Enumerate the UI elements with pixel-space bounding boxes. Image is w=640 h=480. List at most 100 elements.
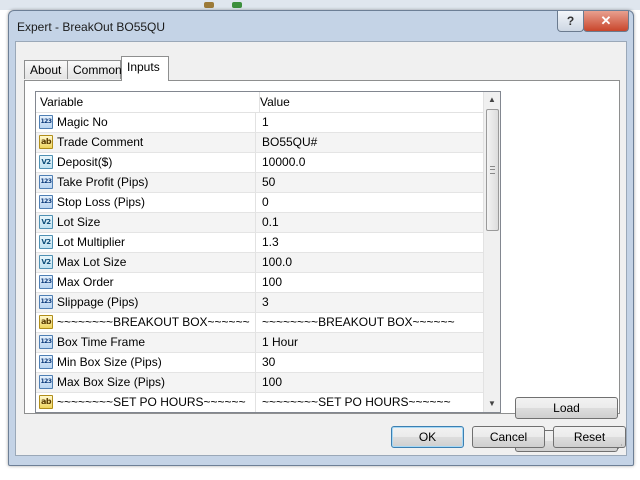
value-cell[interactable]: 1 Hour	[262, 333, 298, 352]
ok-button[interactable]: OK	[391, 426, 464, 448]
int-icon: 123	[39, 335, 53, 349]
value-cell[interactable]: 100	[262, 373, 282, 392]
column-header-value[interactable]: Value	[256, 92, 483, 112]
double-icon: V2	[39, 255, 53, 269]
variable-name: Box Time Frame	[57, 335, 146, 349]
value-cell[interactable]: 1	[262, 113, 269, 132]
inputs-panel: Variable Value 123 Magic No 1 ab Trade Comme…	[24, 80, 620, 452]
column-header-variable[interactable]: Variable	[36, 92, 260, 112]
variable-cell[interactable]: V2 Lot Size	[36, 213, 256, 232]
value-cell[interactable]: 10000.0	[262, 153, 305, 172]
variable-name: Take Profit (Pips)	[57, 175, 149, 189]
value-cell[interactable]: 100.0	[262, 253, 292, 272]
inputs-grid: Variable Value 123 Magic No 1 ab Trade Comme…	[35, 91, 501, 413]
scrollbar-thumb[interactable]	[486, 109, 499, 231]
value-cell[interactable]: ~~~~~~~~BREAKOUT BOX~~~~~~	[262, 313, 455, 332]
variable-name: Max Box Size (Pips)	[57, 375, 166, 389]
string-icon: ab	[39, 395, 53, 409]
resize-grip-icon[interactable]: ⋰	[614, 443, 624, 453]
variable-cell[interactable]: ab Trade Comment	[36, 133, 256, 152]
int-icon: 123	[39, 115, 53, 129]
cancel-button[interactable]: Cancel	[472, 426, 545, 448]
variable-name: Trade Comment	[57, 135, 144, 149]
scroll-up-arrow-icon[interactable]: ▲	[484, 92, 500, 108]
close-button[interactable]: ✕	[583, 11, 629, 32]
value-cell[interactable]: 3	[262, 293, 269, 312]
help-button[interactable]: ?	[557, 11, 584, 32]
table-row[interactable]: 123 Min Box Size (Pips) 30	[36, 353, 483, 373]
double-icon: V2	[39, 215, 53, 229]
variable-cell[interactable]: 123 Stop Loss (Pips)	[36, 193, 256, 212]
table-row[interactable]: ab ~~~~~~~~SET PO HOURS~~~~~~ ~~~~~~~~SET …	[36, 393, 483, 412]
variable-cell[interactable]: ab ~~~~~~~~SET PO HOURS~~~~~~	[36, 393, 256, 412]
double-icon: V2	[39, 235, 53, 249]
background-taskbar-strip	[0, 0, 640, 10]
grip-icon	[490, 166, 495, 174]
table-row[interactable]: V2 Lot Multiplier 1.3	[36, 233, 483, 253]
variable-name: Min Box Size (Pips)	[57, 355, 162, 369]
variable-cell[interactable]: ab ~~~~~~~~BREAKOUT BOX~~~~~~	[36, 313, 256, 332]
string-icon: ab	[39, 135, 53, 149]
table-row[interactable]: 123 Magic No 1	[36, 113, 483, 133]
table-row[interactable]: 123 Stop Loss (Pips) 0	[36, 193, 483, 213]
value-cell[interactable]: BO55QU#	[262, 133, 317, 152]
variable-cell[interactable]: V2 Lot Multiplier	[36, 233, 256, 252]
table-row[interactable]: 123 Take Profit (Pips) 50	[36, 173, 483, 193]
value-cell[interactable]: 1.3	[262, 233, 279, 252]
int-icon: 123	[39, 375, 53, 389]
variable-name: Stop Loss (Pips)	[57, 195, 146, 209]
int-icon: 123	[39, 195, 53, 209]
value-cell[interactable]: 100	[262, 273, 282, 292]
table-row[interactable]: 123 Box Time Frame 1 Hour	[36, 333, 483, 353]
load-button[interactable]: Load	[515, 397, 618, 419]
variable-cell[interactable]: 123 Min Box Size (Pips)	[36, 353, 256, 372]
tab-about[interactable]: About	[24, 60, 68, 79]
scroll-down-arrow-icon[interactable]: ▼	[484, 396, 500, 412]
value-cell[interactable]: 30	[262, 353, 275, 372]
grid-header: Variable Value	[36, 92, 483, 113]
int-icon: 123	[39, 355, 53, 369]
value-cell[interactable]: 0.1	[262, 213, 279, 232]
window-title: Expert - BreakOut BO55QU	[17, 20, 166, 34]
tab-common[interactable]: Common	[67, 60, 122, 79]
background-icon	[232, 2, 242, 8]
value-cell[interactable]: ~~~~~~~~SET PO HOURS~~~~~~	[262, 393, 451, 412]
variable-cell[interactable]: 123 Take Profit (Pips)	[36, 173, 256, 192]
table-row[interactable]: ab Trade Comment BO55QU#	[36, 133, 483, 153]
expert-dialog: Expert - BreakOut BO55QU ? ✕ About Commo…	[8, 10, 634, 466]
background-icon	[204, 2, 214, 8]
int-icon: 123	[39, 175, 53, 189]
variable-cell[interactable]: 123 Box Time Frame	[36, 333, 256, 352]
table-row[interactable]: V2 Lot Size 0.1	[36, 213, 483, 233]
table-row[interactable]: V2 Max Lot Size 100.0	[36, 253, 483, 273]
table-row[interactable]: 123 Slippage (Pips) 3	[36, 293, 483, 313]
grid-rows: 123 Magic No 1 ab Trade Comment BO55QU# V2 Depo…	[36, 113, 483, 412]
tab-inputs[interactable]: Inputs	[121, 56, 169, 81]
variable-cell[interactable]: V2 Max Lot Size	[36, 253, 256, 272]
variable-cell[interactable]: 123 Max Box Size (Pips)	[36, 373, 256, 392]
variable-cell[interactable]: V2 Deposit($)	[36, 153, 256, 172]
variable-cell[interactable]: 123 Max Order	[36, 273, 256, 292]
table-row[interactable]: 123 Max Box Size (Pips) 100	[36, 373, 483, 393]
variable-name: Max Lot Size	[57, 255, 127, 269]
variable-name: Lot Size	[57, 215, 101, 229]
variable-name: Max Order	[57, 275, 114, 289]
variable-name: Lot Multiplier	[57, 235, 126, 249]
table-row[interactable]: ab ~~~~~~~~BREAKOUT BOX~~~~~~ ~~~~~~~~BREA…	[36, 313, 483, 333]
variable-name: Slippage (Pips)	[57, 295, 139, 309]
double-icon: V2	[39, 155, 53, 169]
variable-name: ~~~~~~~~SET PO HOURS~~~~~~	[57, 395, 246, 409]
table-row[interactable]: V2 Deposit($) 10000.0	[36, 153, 483, 173]
variable-name: Magic No	[57, 115, 108, 129]
table-row[interactable]: 123 Max Order 100	[36, 273, 483, 293]
variable-cell[interactable]: 123 Magic No	[36, 113, 256, 132]
int-icon: 123	[39, 295, 53, 309]
vertical-scrollbar[interactable]: ▲ ▼	[483, 92, 500, 412]
variable-name: Deposit($)	[57, 155, 113, 169]
int-icon: 123	[39, 275, 53, 289]
variable-cell[interactable]: 123 Slippage (Pips)	[36, 293, 256, 312]
value-cell[interactable]: 0	[262, 193, 269, 212]
string-icon: ab	[39, 315, 53, 329]
value-cell[interactable]: 50	[262, 173, 275, 192]
dialog-client-area: About Common Inputs Variable Value 123 Ma…	[15, 41, 627, 456]
